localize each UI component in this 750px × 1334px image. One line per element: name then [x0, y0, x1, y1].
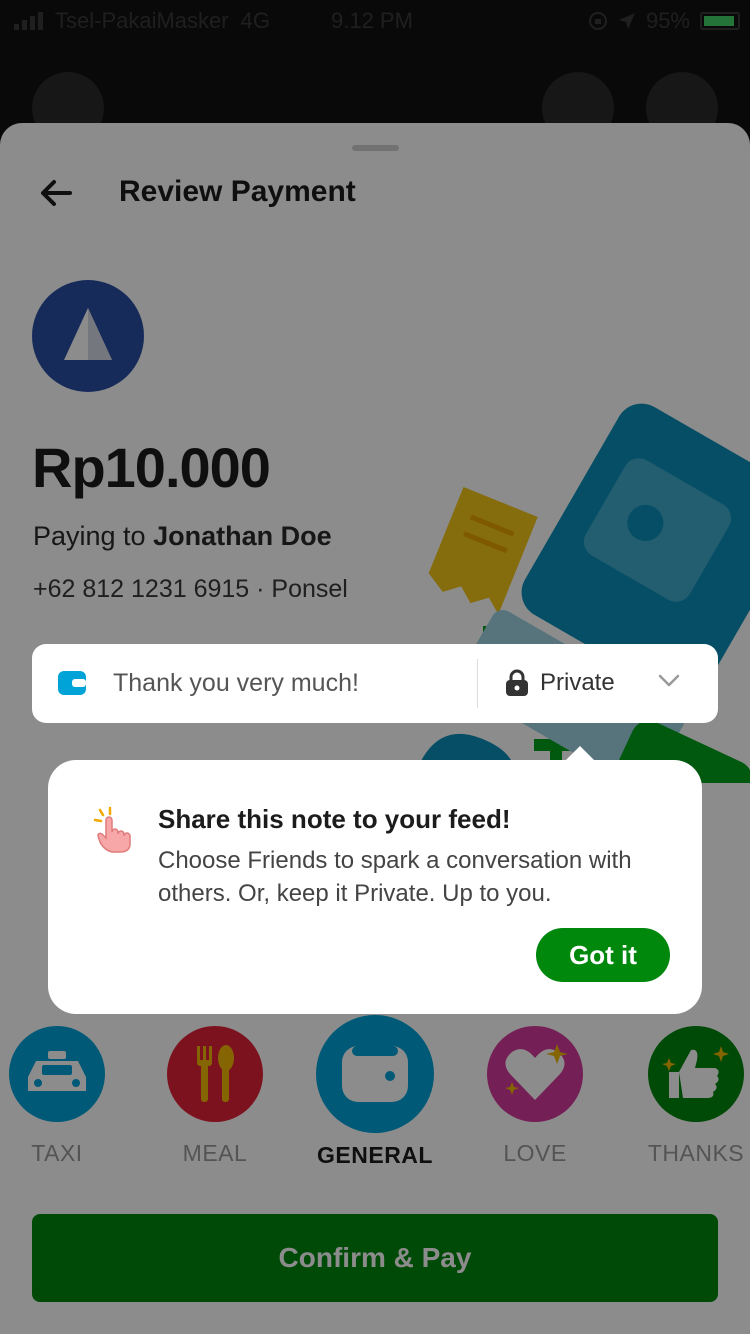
heart-icon — [505, 1044, 568, 1100]
confirm-pay-button[interactable]: Confirm & Pay — [32, 1214, 718, 1302]
phone-type: Ponsel — [271, 575, 348, 603]
wallet-icon — [58, 671, 86, 695]
category-label: MEAL — [182, 1140, 248, 1166]
separator-dot: · — [256, 575, 265, 603]
category-meal[interactable]: MEAL — [135, 1015, 295, 1167]
category-circle — [167, 1026, 263, 1122]
category-circle — [648, 1026, 744, 1122]
orientation-lock-icon — [588, 12, 607, 30]
recipient-avatar — [32, 280, 144, 392]
category-label: THANKS — [647, 1140, 745, 1166]
back-arrow-icon[interactable] — [36, 173, 76, 213]
category-thanks[interactable]: THANKS — [616, 1015, 750, 1167]
battery-icon — [700, 12, 740, 30]
category-general[interactable]: GENERAL — [295, 1015, 455, 1169]
tooltip-body: Choose Friends to spark a conversation w… — [158, 847, 632, 907]
location-arrow-icon — [618, 13, 635, 29]
wallet-icon — [342, 1046, 408, 1102]
signal-icon — [14, 12, 43, 30]
note-field[interactable]: Thank you very much! Private — [32, 644, 718, 723]
avatar-logo-icon — [64, 308, 112, 360]
lock-icon — [506, 669, 528, 696]
battery-percent: 95% — [645, 8, 690, 33]
status-bar: Tsel-PakaiMasker 4G 9.12 PM 95% — [0, 0, 750, 40]
network-type: 4G — [240, 8, 270, 33]
thumbs-up-icon — [662, 1046, 729, 1098]
taxi-icon — [28, 1051, 86, 1091]
category-circle — [487, 1026, 583, 1122]
recipient-phone-line: +62 812 1231 6915 · Ponsel — [33, 575, 348, 604]
paying-prefix: Paying to — [33, 521, 146, 551]
meal-icon — [197, 1045, 234, 1102]
note-input[interactable]: Thank you very much! — [113, 669, 359, 698]
got-it-button[interactable]: Got it — [536, 928, 670, 982]
privacy-label: Private — [540, 669, 615, 696]
feed-tooltip: Share this note to your feed! Choose Fri… — [48, 746, 702, 1014]
recipient-phone: +62 812 1231 6915 — [33, 575, 250, 603]
privacy-selector[interactable]: Private — [504, 669, 615, 697]
category-label: TAXI — [31, 1140, 83, 1166]
tap-hand-icon — [93, 806, 131, 853]
category-circle — [9, 1026, 105, 1122]
receipt-icon — [428, 487, 538, 615]
note-divider — [477, 659, 478, 708]
carrier-name: Tsel-PakaiMasker — [55, 8, 229, 33]
payment-amount: Rp10.000 — [32, 436, 271, 499]
category-selector: TAXI MEAL GENERAL LOVE THANKS — [0, 1015, 750, 1185]
category-taxi[interactable]: TAXI — [0, 1015, 137, 1167]
tooltip-caret — [565, 746, 595, 761]
recipient-name: Jonathan Doe — [153, 521, 332, 551]
chevron-down-icon[interactable] — [658, 674, 680, 688]
sheet-grabber[interactable] — [352, 145, 399, 151]
page-title: Review Payment — [119, 175, 356, 208]
status-right: 95% — [588, 8, 740, 34]
status-time: 9.12 PM — [331, 8, 413, 33]
category-love[interactable]: LOVE — [455, 1015, 615, 1167]
paying-to-line: Paying to Jonathan Doe — [33, 521, 332, 552]
category-circle — [316, 1015, 434, 1133]
tooltip-title: Share this note to your feed! — [158, 804, 511, 834]
category-label: LOVE — [503, 1140, 567, 1166]
carrier-info: Tsel-PakaiMasker 4G — [14, 8, 270, 34]
category-label: GENERAL — [317, 1142, 433, 1168]
